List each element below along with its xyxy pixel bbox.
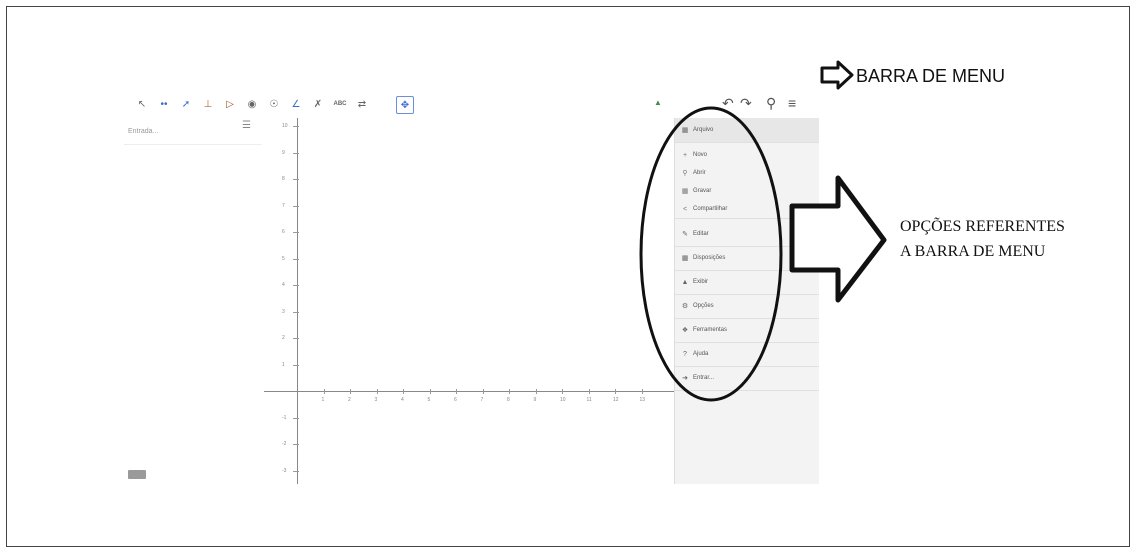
annotation-menu-bar: BARRA DE MENU	[856, 66, 1006, 86]
menu-bar-arrow-icon	[820, 60, 854, 90]
options-arrow-icon	[789, 175, 887, 303]
annotation-options-line1: OPÇÕES REFERENTES	[900, 218, 1065, 235]
highlight-ellipse	[639, 106, 783, 402]
annotation-options-line2: A BARRA DE MENU	[900, 243, 1046, 260]
